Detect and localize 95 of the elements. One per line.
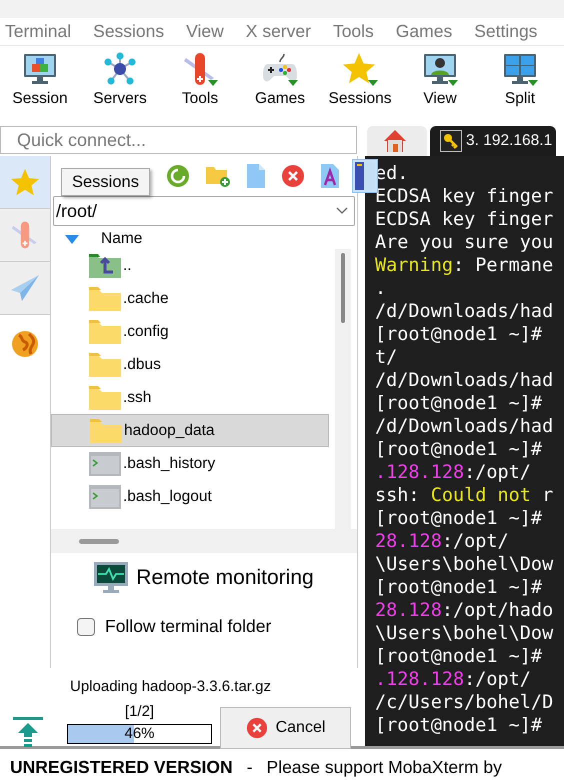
sidebar-tab[interactable] [0,262,50,315]
menu-item[interactable]: View [186,21,224,42]
tab[interactable] [367,126,427,156]
checkbox[interactable] [77,618,95,636]
menu-item[interactable]: Settings [474,21,538,42]
tooltip: Sessions [61,168,150,196]
scrollbar[interactable] [335,249,351,529]
terminal-line: \Users\bohel\Dow [375,553,554,576]
file-row[interactable]: .cache [51,282,329,315]
path-text: /root/ [56,200,98,222]
splitter-handle[interactable] [51,529,357,553]
terminal-line: Are you sure you [375,231,554,254]
toolbar-button[interactable]: Tools [160,46,240,119]
menu-item[interactable]: Tools [332,21,374,42]
terminal-line: [root@node1 ~]# [375,507,542,530]
file-row[interactable]: .. [51,249,329,282]
toolbar-button[interactable]: Split [480,46,560,119]
text-file-icon[interactable] [320,163,340,189]
folder-icon [89,352,121,376]
upload-icon [13,717,43,749]
terminal-line: 28.128:/opt/hado [375,599,554,622]
progress-percent: 46% [123,725,156,743]
toolbar-button[interactable]: Sessions [320,46,400,119]
knife-icon [182,52,218,86]
terminal-line: /c/Users/bohel/D [375,691,554,714]
status-message: Please support MobaXterm by [266,756,502,778]
file-row[interactable]: .dbus [51,348,329,381]
close-icon [246,717,268,739]
terminal-line: Warning: Permane [375,254,554,277]
terminal-line: [root@node1 ~]# [375,645,542,668]
file-row[interactable]: hadoop_data [51,414,329,447]
terminal-line: . [375,277,386,300]
path-dropdown[interactable]: /root/ [53,196,355,226]
file-row[interactable]: .bash_logout [51,480,329,513]
folder-icon [89,386,121,410]
menu-item[interactable]: Sessions [93,21,164,42]
chevron-down-icon [336,207,348,215]
file-row[interactable]: .bash_history [51,447,329,480]
menu-item[interactable]: X server [246,21,311,42]
monitor-icon [22,52,58,86]
cancel-button[interactable]: Cancel [220,707,351,749]
terminal-line: /d/Downloads/had [375,369,554,392]
toolbar-button[interactable]: Session [0,46,80,119]
terminal-line: [root@node1 ~]# [375,392,542,415]
network-icon [103,52,137,86]
folder-icon [90,418,122,442]
terminal-line: .128.128:/opt/ [375,461,531,484]
terminal-line: \Users\bohel\Dow [375,622,554,645]
terminal-line: [root@node1 ~]# [375,714,542,737]
checkbox-label: Follow terminal folder [105,616,272,637]
menu-item[interactable]: Terminal [5,21,72,42]
monitor-graph-icon [94,562,128,594]
terminal-file-icon [89,452,121,476]
monitor-icon [422,52,458,86]
edition-label: UNREGISTERED VERSION [10,756,233,778]
toolbar-button[interactable]: Servers [80,46,160,119]
menu-item[interactable]: Games [396,21,452,42]
separator-text: - [246,756,253,778]
folder-icon [89,320,121,344]
delete-icon[interactable] [281,164,305,188]
terminal-line: [root@node1 ~]# [375,438,542,461]
terminal-line: ECDSA key finger [375,208,554,231]
terminal-line: [root@node1 ~]# [375,323,542,346]
file-row[interactable]: .ssh [51,381,329,414]
terminal-line: ECDSA key finger [375,185,554,208]
terminal-line: /d/Downloads/had [375,300,554,323]
remote-monitoring-button[interactable]: Remote monitoring [94,562,314,594]
tab[interactable]: 3. 192.168.1 [430,126,556,156]
toolbar-button[interactable]: View [400,46,480,119]
terminal-line: ssh: Could not r [375,484,554,507]
new-folder-icon[interactable] [205,164,231,188]
split-screen-icon [502,52,538,86]
terminal-line: /d/Downloads/had [375,415,554,438]
quick-connect-field[interactable]: Quick connect... [0,126,357,154]
refresh-icon[interactable] [166,164,190,188]
sidebar-tab[interactable] [0,209,50,262]
file-row[interactable]: .config [51,315,329,348]
upload-status: Uploading hadoop-3.3.6.tar.gz [70,678,271,695]
column-header[interactable]: Name [101,230,142,248]
file-count: [1/2] [124,703,156,720]
folder-icon [89,286,121,310]
terminal-line: t/ [375,346,398,369]
terminal-line: 28.128:/opt/ [375,530,509,553]
star-icon [10,168,40,196]
paper-plane-icon [10,274,40,302]
terminal-line: [root@node1 ~]# [375,576,542,599]
terminal-line: .128.128:/opt/ [375,668,531,691]
key-icon [440,130,462,152]
sort-arrow-icon [65,234,79,244]
star-icon [342,52,378,86]
terminal-file-icon [89,484,121,508]
toolbar-button[interactable]: Games [240,46,320,119]
up-folder-icon [89,254,121,278]
house-icon [383,129,407,153]
gamepad-icon [262,52,298,86]
